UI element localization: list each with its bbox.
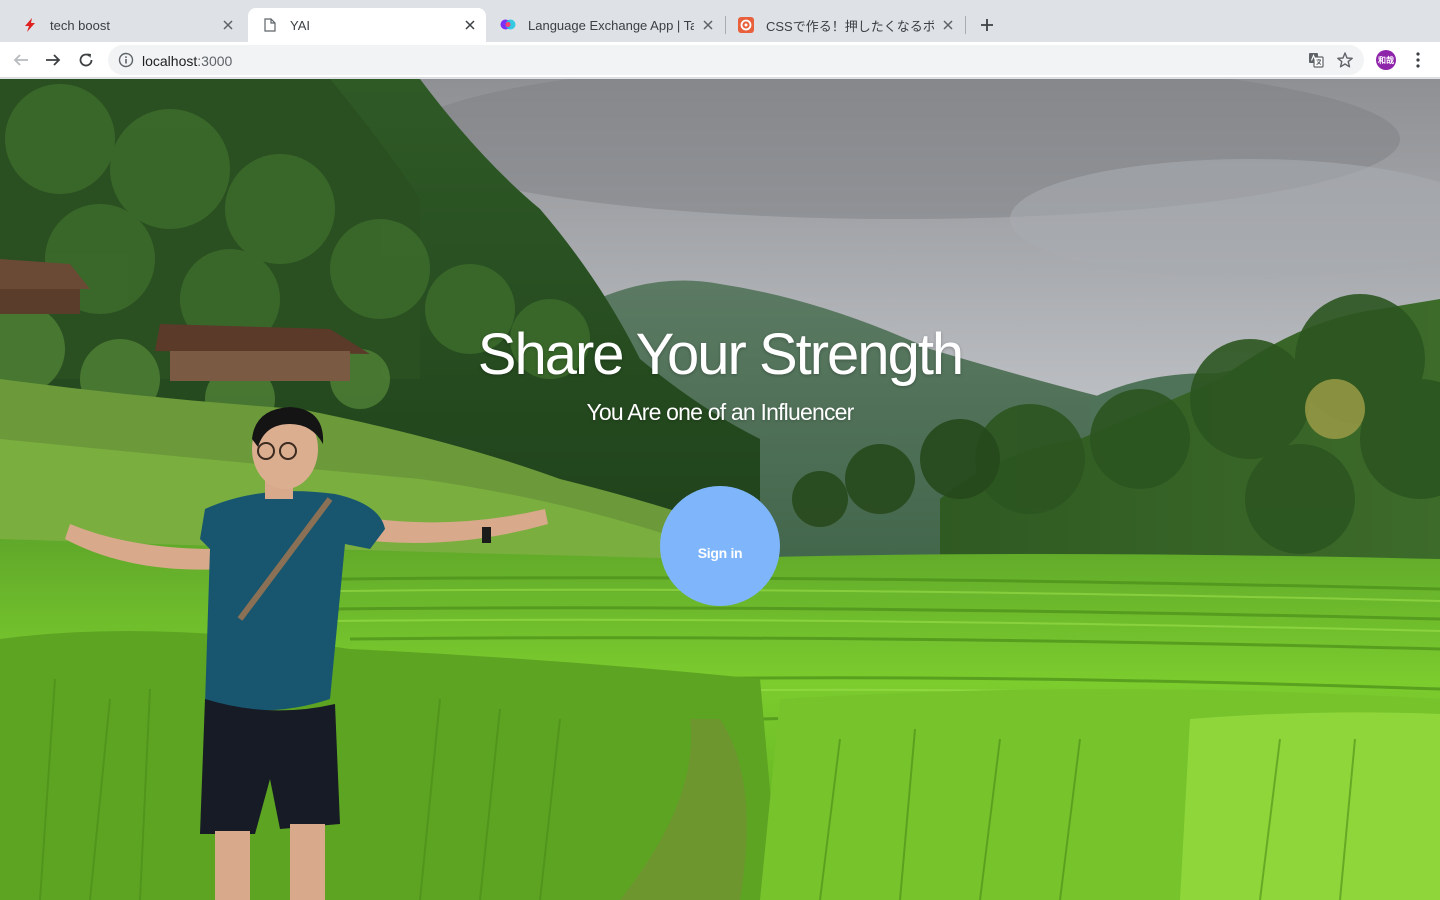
page-favicon-icon	[262, 17, 278, 33]
tab-tandem[interactable]: Language Exchange App | Tandem	[486, 8, 724, 42]
back-arrow-icon[interactable]	[9, 48, 33, 72]
ics-favicon-icon	[738, 17, 754, 33]
close-icon[interactable]	[700, 17, 716, 33]
browser-toolbar: localhost:3000 和哉	[0, 42, 1440, 78]
tab-separator	[965, 16, 966, 34]
sign-in-button[interactable]: Sign in	[660, 486, 780, 606]
hero-headline: Share Your Strength	[477, 322, 964, 387]
lightning-favicon-icon	[22, 17, 38, 33]
url-port: :3000	[197, 53, 233, 69]
close-icon[interactable]	[462, 17, 478, 33]
close-icon[interactable]	[220, 17, 236, 33]
kebab-menu-icon[interactable]	[1408, 50, 1428, 70]
tab-title: CSSで作る！押したくなるボタンデザイン	[766, 18, 934, 34]
tab-title: YAI	[290, 17, 310, 33]
forward-arrow-icon[interactable]	[41, 48, 65, 72]
new-tab-plus-icon[interactable]	[975, 13, 999, 37]
url-host: localhost	[142, 53, 198, 69]
translate-icon[interactable]	[1308, 52, 1324, 68]
tab-title: tech boost	[50, 17, 110, 33]
tab-title: Language Exchange App | Tandem	[528, 17, 694, 33]
tandem-favicon-icon	[500, 17, 516, 33]
tab-tech-boost[interactable]: tech boost	[8, 8, 244, 42]
tab-strip: tech boost YAI Language Exchange App | T…	[0, 0, 1440, 42]
profile-avatar[interactable]: 和哉	[1376, 50, 1396, 70]
page-viewport: Share Your Strength You Are one of an In…	[0, 79, 1440, 900]
close-icon[interactable]	[940, 17, 956, 33]
bookmark-star-icon[interactable]	[1336, 51, 1354, 69]
tab-css-buttons[interactable]: CSSで作る！押したくなるボタンデザイン	[724, 8, 964, 42]
info-icon[interactable]	[118, 52, 134, 68]
hero-subheadline: You Are one of an Influencer	[586, 399, 854, 425]
reload-icon[interactable]	[74, 48, 98, 72]
address-bar[interactable]: localhost:3000	[108, 45, 1364, 75]
tab-yai[interactable]: YAI	[248, 8, 486, 42]
url-text: localhost:3000	[142, 53, 232, 69]
